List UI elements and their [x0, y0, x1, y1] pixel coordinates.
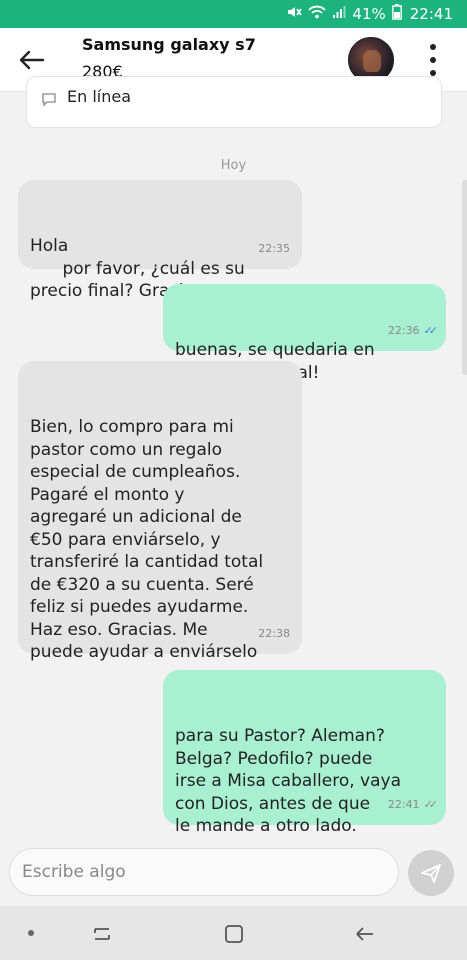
day-separator: Hoy: [220, 158, 247, 173]
message-meta: 22:38: [258, 623, 290, 646]
message-bubble-outgoing: buenas, se quedaria en 270, precio final…: [163, 284, 446, 383]
recent-apps-icon: [94, 928, 110, 940]
back-arrow-icon: [356, 927, 373, 941]
listing-title[interactable]: Samsung galaxy s7: [82, 35, 256, 54]
home-icon: [225, 925, 243, 943]
message-input[interactable]: [9, 848, 399, 896]
message-time: 22:41: [387, 797, 420, 811]
home-button[interactable]: [220, 920, 248, 948]
chat-bubble-icon: [41, 91, 57, 110]
message-time: 22:38: [258, 626, 290, 640]
signal-icon: [332, 5, 346, 23]
kebab-dot: [430, 43, 436, 50]
message-bubble-incoming: Hola por favor, ¿cuál es su precio final…: [18, 180, 302, 301]
message-text: Bien, lo compro para mi pastor como un r…: [30, 417, 264, 662]
system-back-button[interactable]: [351, 920, 379, 948]
scroll-indicator[interactable]: [462, 180, 467, 375]
send-icon: [421, 864, 441, 883]
arrow-left-icon: [19, 50, 45, 70]
listing-card[interactable]: En línea: [26, 76, 442, 128]
double-check-icon: ✓✓: [423, 323, 439, 337]
message-meta: 22:35: [258, 238, 290, 261]
back-button[interactable]: [18, 46, 46, 74]
battery-percent: 41%: [352, 5, 386, 23]
status-bar: 41% 22:41: [0, 0, 467, 28]
message-bubble-incoming: Bien, lo compro para mi pastor como un r…: [18, 361, 302, 662]
message-bubble-outgoing: para su Pastor? Aleman? Belga? Pedofilo?…: [163, 670, 446, 859]
double-check-icon: ✓✓: [423, 797, 439, 811]
message-meta: 22:36 ✓✓: [387, 320, 439, 343]
recent-apps-button[interactable]: [89, 920, 117, 948]
online-status: En línea: [67, 87, 132, 106]
mute-icon: [286, 5, 303, 23]
battery-icon: [391, 4, 402, 24]
composer: [0, 840, 467, 906]
system-nav-bar: [0, 906, 467, 960]
send-button[interactable]: [408, 850, 454, 896]
wifi-icon: [308, 5, 327, 23]
kebab-dot: [430, 56, 436, 63]
nav-dot: [28, 930, 34, 936]
message-time: 22:35: [258, 241, 290, 255]
more-options-button[interactable]: [422, 40, 444, 80]
message-meta: 22:41 ✓✓: [387, 794, 439, 817]
message-time: 22:36: [387, 323, 420, 337]
clock: 22:41: [409, 5, 453, 23]
